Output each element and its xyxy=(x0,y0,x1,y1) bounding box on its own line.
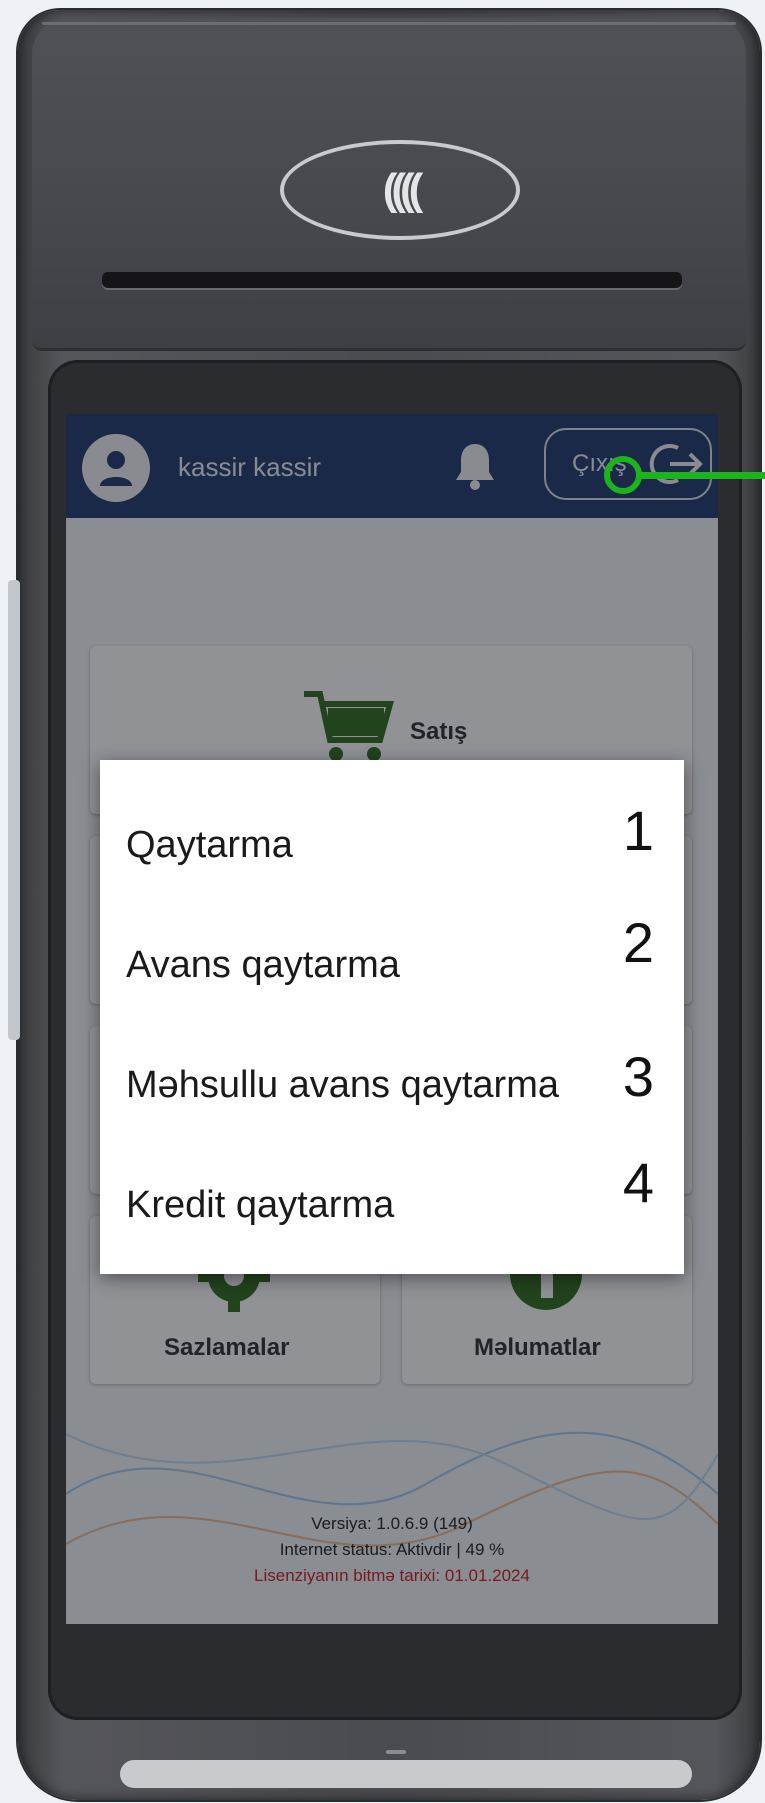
menu-item-kredit-qaytarma[interactable]: Kredit qaytarma 4 xyxy=(100,1144,684,1244)
side-button[interactable] xyxy=(8,580,20,1040)
menu-item-number: 4 xyxy=(622,1151,654,1214)
printer-slot xyxy=(102,272,682,288)
bottom-grip xyxy=(120,1760,692,1788)
menu-item-number: 3 xyxy=(622,1045,654,1108)
app-screen: kassir kassir Çıxış Satış Sazlamalar Məl… xyxy=(66,414,718,1624)
contactless-logo: (((( xyxy=(280,140,520,240)
menu-item-label: Kredit qaytarma xyxy=(126,1184,395,1226)
menu-item-avans-qaytarma[interactable]: Avans qaytarma 2 xyxy=(100,904,684,1004)
menu-item-label: Avans qaytarma xyxy=(126,944,400,986)
menu-item-number: 2 xyxy=(622,911,654,974)
menu-item-qaytarma[interactable]: Qaytarma 1 xyxy=(100,784,684,884)
microphone-hole xyxy=(386,1750,406,1754)
menu-item-mehsullu-avans-qaytarma[interactable]: Məhsullu avans qaytarma 3 xyxy=(100,1024,684,1124)
menu-item-label: Qaytarma xyxy=(126,824,293,866)
annotation-pointer-ring xyxy=(604,456,642,494)
return-options-popup: Qaytarma 1 Avans qaytarma 2 Məhsullu ava… xyxy=(100,760,684,1274)
menu-item-label: Məhsullu avans qaytarma xyxy=(126,1064,559,1106)
menu-item-number: 1 xyxy=(622,799,654,862)
annotation-pointer-line xyxy=(640,472,765,479)
